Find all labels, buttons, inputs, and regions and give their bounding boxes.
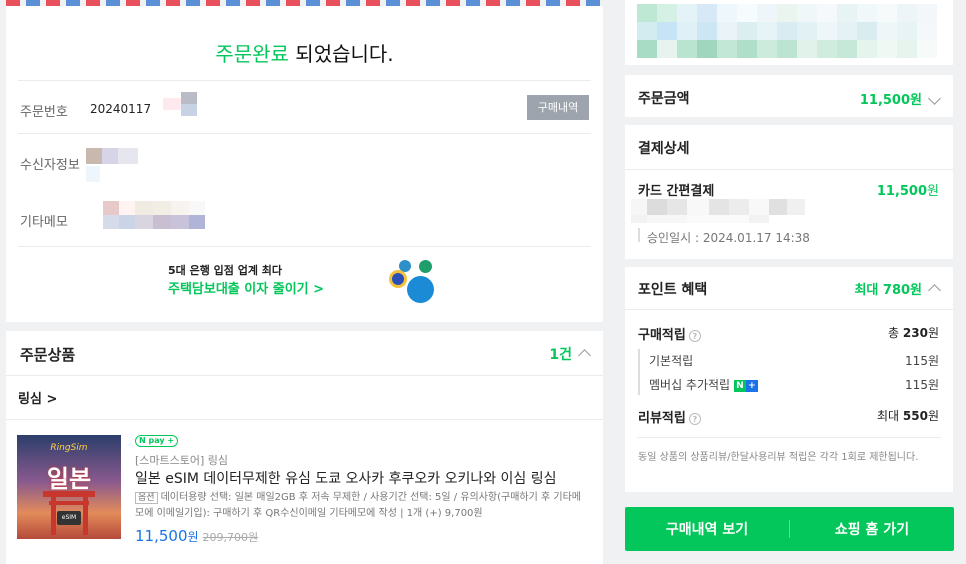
divider xyxy=(625,309,953,310)
product-thumbnail[interactable]: RingSim 일본 eSIM xyxy=(17,435,121,539)
product-store-name[interactable]: [스마트스토어] 링심 xyxy=(135,452,228,468)
purchase-points-value: 총 230원 xyxy=(888,326,939,340)
product-count-toggle[interactable]: 1건 xyxy=(549,344,591,364)
ordered-products-card: 주문상품 1건 링심 > RingSim 일본 eSIM N pay + [스마… xyxy=(6,331,603,564)
order-number-mosaic xyxy=(163,92,197,116)
review-points-label: 리뷰적립? xyxy=(638,407,701,426)
memo-label: 기타메모 xyxy=(20,215,68,230)
card-number-mosaic-2 xyxy=(631,215,769,223)
review-points-value: 최대 550원 xyxy=(876,409,939,423)
memo-mosaic-2 xyxy=(103,215,205,229)
point-benefit-title: 포인트 혜택 xyxy=(638,282,708,298)
chevron-down-icon xyxy=(928,91,941,105)
order-amount-toggle[interactable]: 11,500원 xyxy=(860,89,941,108)
point-benefit-card: 포인트 혜택 최대 780원 구매적립? 총 230원 기본적립 115원 멤버… xyxy=(625,267,953,492)
product-name[interactable]: 일본 eSIM 데이터무제한 유심 도쿄 오사카 후쿠오카 오키나와 이심 링심 xyxy=(135,468,557,488)
shopping-home-button[interactable]: 쇼핑 홈 가기 xyxy=(790,507,954,551)
basic-points-value: 115원 xyxy=(905,354,939,368)
basic-points-label: 기본적립 xyxy=(649,354,694,368)
divider xyxy=(18,246,591,247)
order-number-label: 주문번호 xyxy=(20,105,68,120)
ad-title-link[interactable]: 주택담보대출 이자 줄이기 > xyxy=(168,278,324,297)
divider xyxy=(625,169,953,170)
naver-n-icon: N xyxy=(733,379,746,392)
divider xyxy=(18,80,591,81)
payment-detail-card: 결제상세 카드 간편결제 11,500원 승인일시 : 2024.01.17 1… xyxy=(625,125,953,259)
divider xyxy=(6,419,603,420)
chevron-up-icon xyxy=(578,348,591,362)
order-amount-label: 주문금액 xyxy=(638,91,690,107)
divider xyxy=(6,375,603,376)
info-icon[interactable]: ? xyxy=(688,412,701,425)
order-complete-card: 주문완료 되었습니다. 주문번호 20240117 구매내역 수신자정보 기타메… xyxy=(6,6,603,322)
chevron-up-icon xyxy=(928,284,941,297)
section-title: 주문상품 xyxy=(20,346,76,364)
membership-points-label: 멤버십 추가적립 N + xyxy=(649,376,758,393)
ad-subtitle[interactable]: 5대 은행 입점 업계 최다 xyxy=(168,262,282,278)
recipient-mosaic-2 xyxy=(86,166,100,182)
product-price: 11,500원 209,700원 xyxy=(135,527,259,545)
point-benefit-toggle[interactable]: 최대 780원 xyxy=(854,279,941,298)
bottom-action-bar: 구매내역 보기 쇼핑 홈 가기 xyxy=(625,507,954,551)
store-link[interactable]: 링심 > xyxy=(18,388,57,407)
info-icon[interactable]: ? xyxy=(688,329,701,342)
order-number-value: 20240117 xyxy=(90,102,152,116)
npay-badge: N pay + xyxy=(135,435,179,447)
view-purchase-history-button[interactable]: 구매내역 보기 xyxy=(625,507,789,551)
page-title: 주문완료 되었습니다. xyxy=(215,42,394,66)
memo-mosaic xyxy=(103,201,205,215)
points-notice: 동일 상품의 상품리뷰/한달사용리뷰 적립은 각각 1회로 제한됩니다. xyxy=(638,452,919,463)
purchase-points-label: 구매적립? xyxy=(638,324,701,343)
approval-datetime: 승인일시 : 2024.01.17 14:38 xyxy=(647,231,810,245)
payment-detail-title: 결제상세 xyxy=(638,141,690,157)
divider xyxy=(637,437,941,438)
purchase-history-button[interactable]: 구매내역 xyxy=(527,95,589,120)
product-option: 옵션 데이터용량 선택: 일본 매일2GB 후 저속 무제한 / 사용기간 선택:… xyxy=(135,492,581,519)
card-number-mosaic xyxy=(631,199,805,215)
payment-amount: 11,500원 xyxy=(876,184,939,199)
banner-mosaic xyxy=(625,0,953,65)
payment-method: 카드 간편결제 xyxy=(638,184,715,199)
recipient-mosaic xyxy=(86,148,138,164)
divider xyxy=(18,133,591,134)
recipient-label: 수신자정보 xyxy=(20,158,80,173)
plus-icon: + xyxy=(745,379,758,392)
order-amount-card[interactable]: 주문금액 11,500원 xyxy=(625,75,953,117)
membership-points-value: 115원 xyxy=(905,378,939,392)
